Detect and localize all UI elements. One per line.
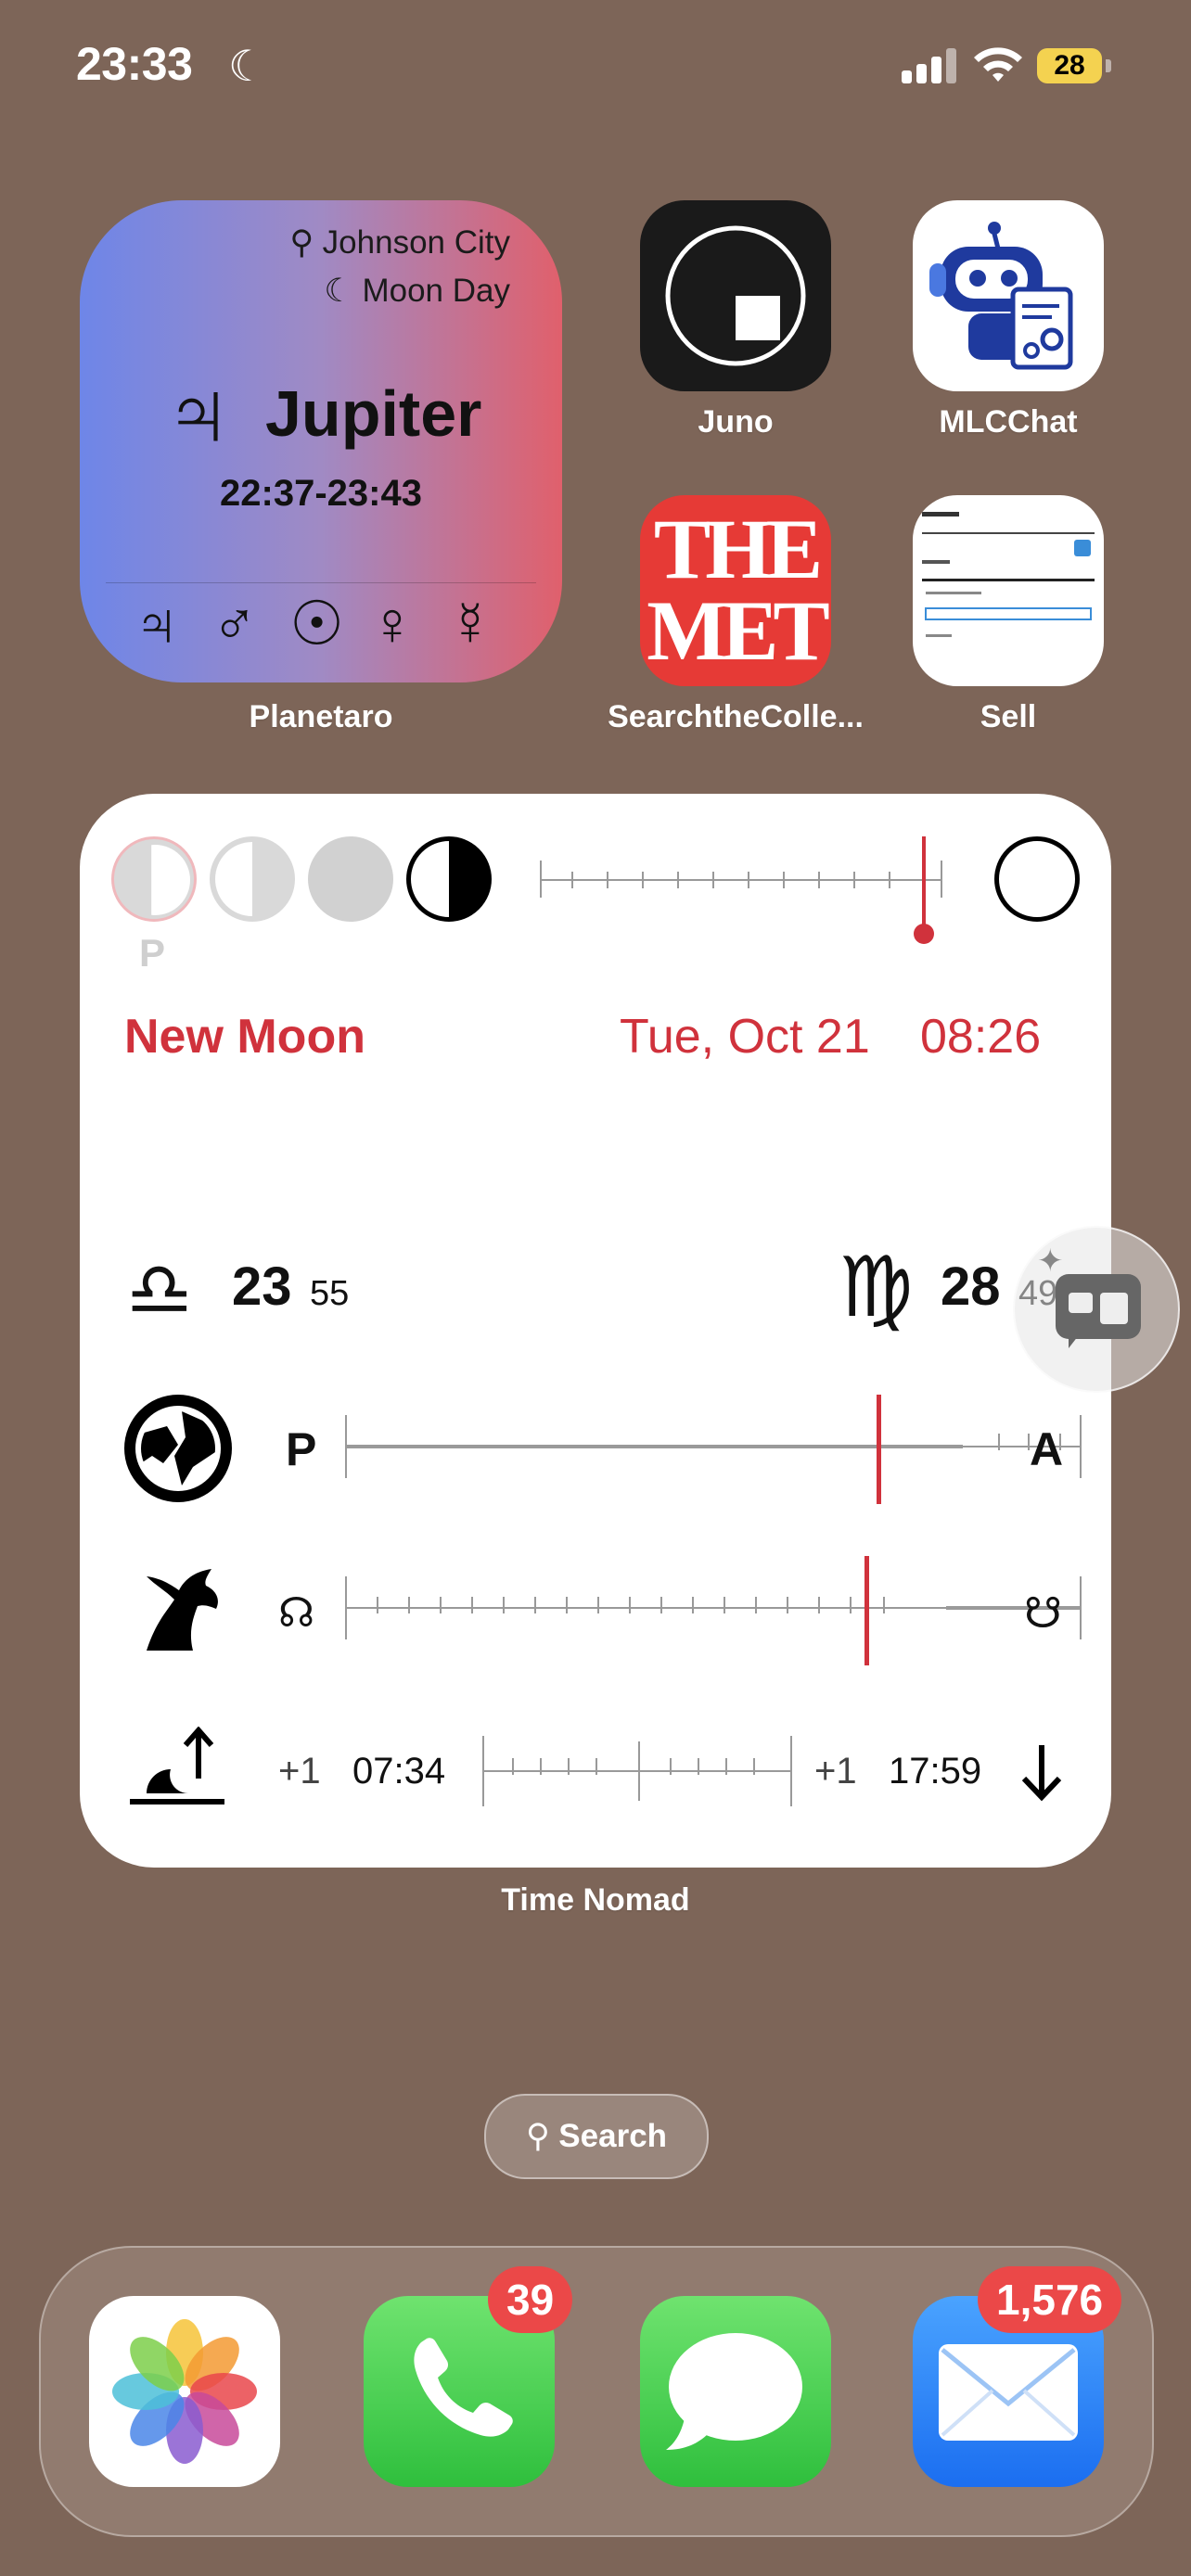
- phase-now-dot: [914, 924, 934, 944]
- sun-degree: 23: [232, 1256, 292, 1317]
- moon-degree: 28: [941, 1256, 1001, 1317]
- phase-letter: P: [139, 931, 166, 975]
- sunrise-time: 07:34: [352, 1751, 446, 1792]
- phase-now-marker: [922, 836, 926, 929]
- sun-icon: ☉: [289, 588, 345, 659]
- mail-badge: 1,576: [978, 2266, 1122, 2333]
- sunrise-icon: [126, 1726, 228, 1810]
- sell-app-icon[interactable]: [913, 495, 1104, 686]
- arrow-down-icon: [1018, 1741, 1065, 1803]
- full-moon-phase-icon: [994, 836, 1080, 922]
- pin-icon: ⚲: [289, 224, 323, 261]
- planet-hour-range: 22:37-23:43: [220, 473, 422, 514]
- mlcchat-label: MLCChat: [939, 404, 1078, 440]
- planetaro-widget[interactable]: ⚲ Johnson City ☾ Moon Day ♃ Jupiter 22:3…: [80, 200, 562, 682]
- sparkle-icon: ✦: [1037, 1243, 1064, 1279]
- north-node-icon: ☊: [278, 1589, 315, 1637]
- sunrise-offset: +1: [278, 1751, 321, 1792]
- met-label: SearchtheColle...: [608, 699, 864, 734]
- jupiter-symbol-icon: ♃: [163, 358, 233, 466]
- planet-name: Jupiter: [265, 377, 482, 450]
- the-met-app-icon[interactable]: THE MET: [640, 495, 831, 686]
- perigee-label: P: [286, 1423, 317, 1475]
- day-row: ☾ Moon Day: [324, 273, 510, 310]
- new-moon-phase-icon: [308, 836, 393, 922]
- wifi-icon: [972, 45, 1024, 85]
- time-nomad-label: Time Nomad: [501, 1882, 690, 1918]
- apogee-label: A: [1030, 1423, 1064, 1475]
- event-name: New Moon: [124, 1010, 365, 1064]
- search-icon: ⚲: [525, 2118, 559, 2154]
- waning-crescent-phase-icon: [111, 836, 197, 922]
- messages-app-icon[interactable]: [640, 2296, 831, 2487]
- photos-app-icon[interactable]: [89, 2296, 280, 2487]
- divider: [106, 582, 536, 583]
- signal-icon: [902, 48, 957, 83]
- phase-timeline: [540, 879, 941, 881]
- perigee-now-marker: [877, 1395, 881, 1504]
- dragon-icon: [128, 1558, 230, 1660]
- mercury-icon: ☿: [447, 588, 493, 659]
- status-time: 23:33: [76, 38, 193, 90]
- virgo-icon: ♍: [839, 1239, 914, 1336]
- assistive-chat-button[interactable]: ✦: [1013, 1226, 1180, 1393]
- time-nomad-widget[interactable]: P New Moon Tue, Oct 21 08:26 ♎ 23 55 ♍ 2…: [80, 794, 1111, 1868]
- moon-icon: ☾: [228, 42, 267, 90]
- met-logo-line2: MET: [647, 583, 830, 678]
- search-label: Search: [558, 2118, 668, 2154]
- crescent-icon: ☾: [324, 273, 363, 309]
- battery-icon: 28: [1037, 48, 1102, 83]
- sell-label: Sell: [980, 699, 1037, 734]
- last-quarter-phase-icon: [210, 836, 295, 922]
- phone-badge: 39: [488, 2266, 573, 2333]
- location-text: Johnson City: [322, 224, 510, 261]
- event-time: 08:26: [920, 1010, 1042, 1064]
- node-now-marker: [864, 1556, 869, 1665]
- mars-icon: ♂: [211, 588, 258, 659]
- sunset-offset: +1: [814, 1751, 857, 1792]
- libra-icon: ♎: [126, 1246, 193, 1333]
- south-node-icon: ☋: [1024, 1588, 1062, 1638]
- home-search-button[interactable]: ⚲ Search: [484, 2094, 709, 2179]
- met-logo: THE MET: [640, 502, 831, 678]
- juno-label: Juno: [698, 404, 774, 440]
- met-logo-line1: THE: [653, 502, 823, 596]
- juno-app-icon[interactable]: [640, 200, 831, 391]
- first-quarter-phase-icon: [406, 836, 492, 922]
- venus-icon: ♀: [369, 588, 416, 659]
- mlcchat-app-icon[interactable]: [913, 200, 1104, 391]
- battery-tip: [1106, 59, 1111, 72]
- sun-minute: 55: [310, 1274, 350, 1313]
- chat-bubble-icon: [1056, 1274, 1141, 1339]
- sunset-time: 17:59: [889, 1751, 982, 1792]
- day-text: Moon Day: [362, 273, 510, 309]
- perigee-bar: [347, 1445, 963, 1448]
- event-date: Tue, Oct 21: [620, 1010, 870, 1064]
- location-row: ⚲ Johnson City: [289, 224, 510, 261]
- globe-icon: [124, 1395, 232, 1502]
- jupiter-icon: ♃: [134, 588, 180, 659]
- planetaro-label: Planetaro: [249, 699, 393, 734]
